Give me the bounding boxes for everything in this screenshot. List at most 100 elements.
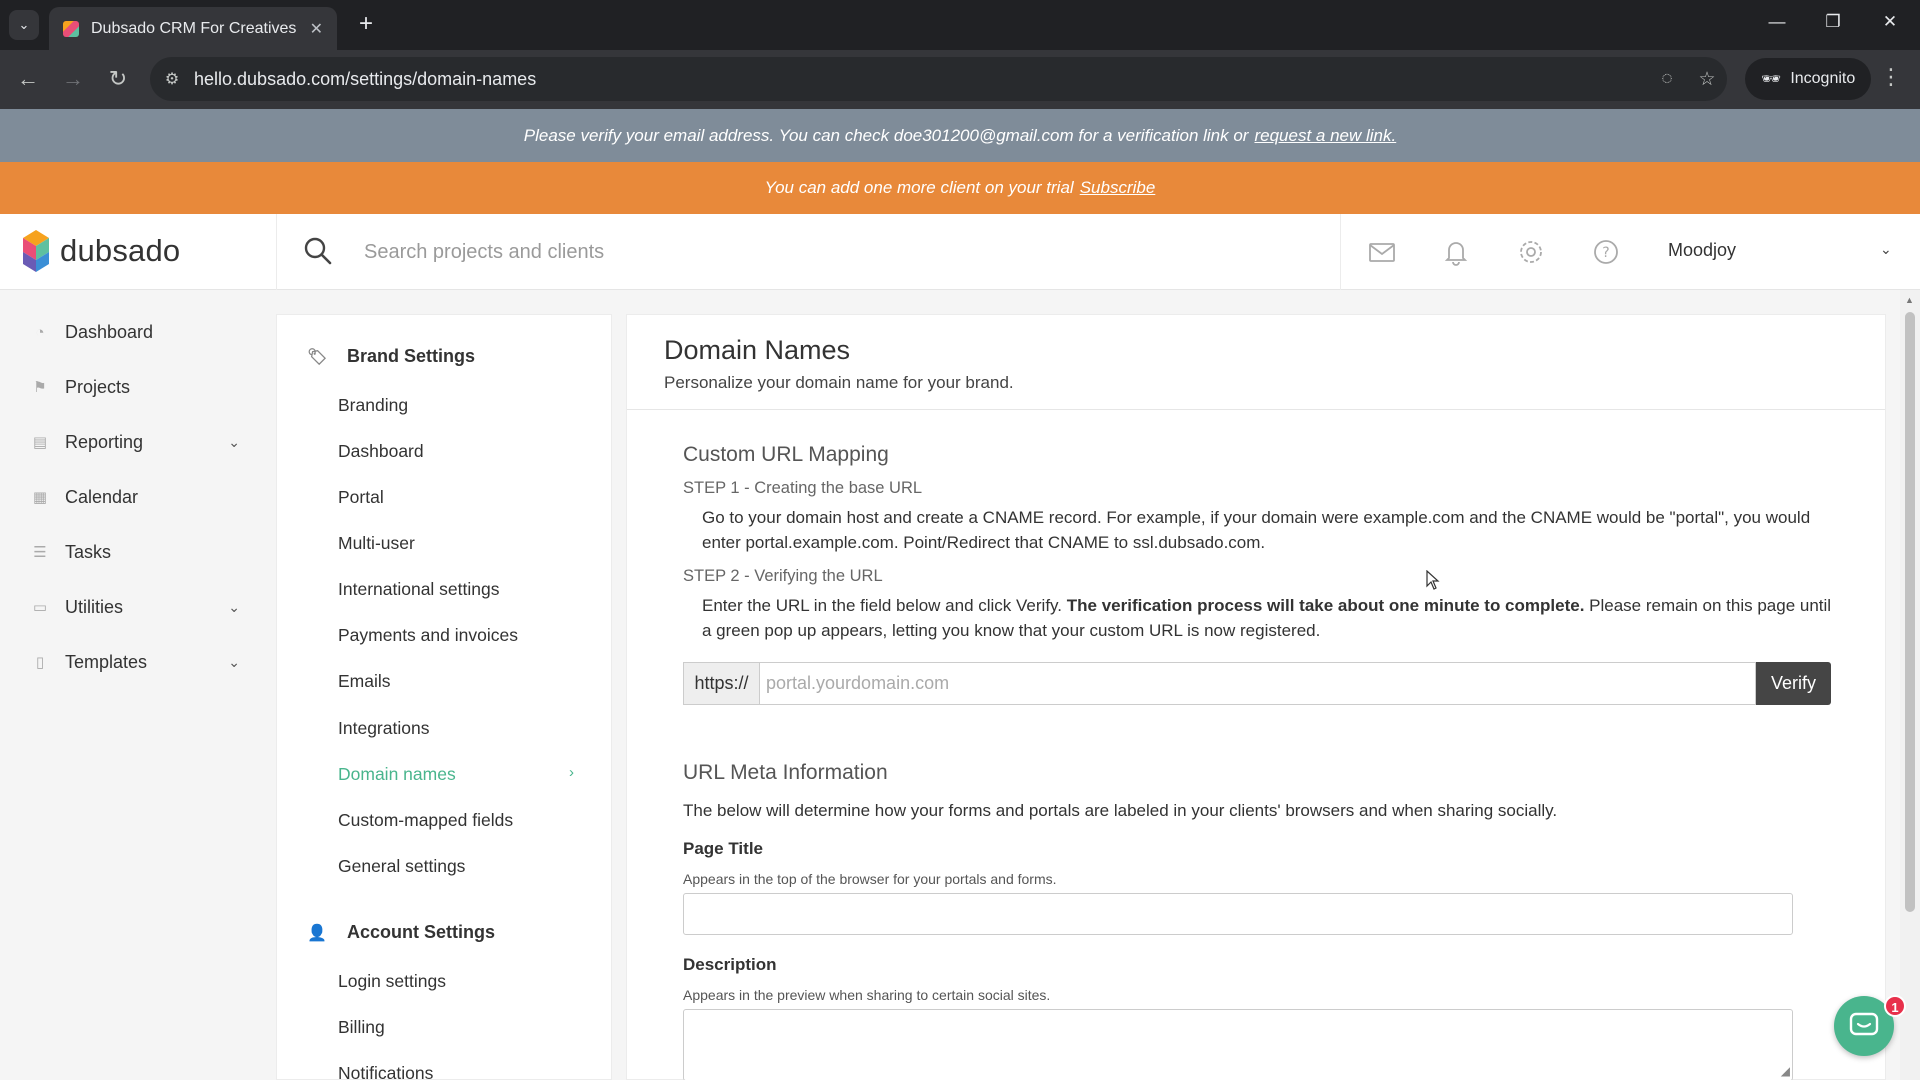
user-menu[interactable]: Moodjoy (1668, 240, 1736, 261)
forward-arrow-icon[interactable]: → (59, 65, 87, 93)
chevron-down-icon[interactable]: ⌄ (228, 599, 240, 616)
scrollbar-thumb[interactable] (1905, 312, 1915, 912)
subscribe-link[interactable]: Subscribe (1080, 178, 1156, 198)
user-menu-chevron-down-icon[interactable]: ⌄ (1880, 241, 1892, 258)
incognito-label: Incognito (1790, 70, 1856, 87)
description-help: Appears in the preview when sharing to c… (683, 987, 1051, 1003)
bell-icon[interactable] (1442, 238, 1470, 266)
account-settings-heading: 👤 Account Settings (307, 922, 495, 943)
help-icon[interactable]: ? (1592, 238, 1620, 266)
url-meta-heading: URL Meta Information (683, 761, 888, 784)
sidebar-item-label: Utilities (65, 596, 124, 617)
sidebar-item-label: Tasks (65, 541, 112, 562)
brand-settings-label: Brand Settings (347, 346, 476, 366)
settings-item-billing[interactable]: Billing (338, 1017, 385, 1038)
tab-close-icon[interactable]: ✕ (310, 19, 323, 39)
panel-header: Domain Names Personalize your domain nam… (627, 315, 1885, 410)
reload-icon[interactable]: ↻ (104, 65, 132, 93)
step1-text: Go to your domain host and create a CNAM… (702, 508, 1811, 552)
page-title-field[interactable] (683, 893, 1793, 935)
sidebar-item-label: Projects (65, 376, 131, 397)
settings-item-portal[interactable]: Portal (338, 487, 384, 508)
settings-item-general[interactable]: General settings (338, 856, 465, 877)
url-prefix: https:// (683, 662, 759, 705)
step2-label: STEP 2 - Verifying the URL (683, 567, 883, 585)
tab-search-chevron-down-icon[interactable]: ⌄ (9, 10, 39, 40)
verify-email-text: Please verify your email address. You ca… (523, 125, 1249, 145)
app-header: dubsado ? Moodjoy ⌄ (0, 214, 1920, 290)
url-text[interactable]: hello.dubsado.com/settings/domain-names (194, 69, 1647, 90)
bookmark-star-icon[interactable]: ☆ (1687, 68, 1727, 91)
step2-text-bold: The verification process will take about… (1066, 596, 1585, 615)
settings-item-login[interactable]: Login settings (338, 971, 446, 992)
header-divider (1340, 214, 1341, 290)
settings-item-integrations[interactable]: Integrations (338, 718, 429, 739)
settings-item-dashboard[interactable]: Dashboard (338, 441, 424, 462)
settings-item-international[interactable]: International settings (338, 579, 500, 600)
description-label: Description (683, 955, 777, 974)
incognito-indicator[interactable]: 🕶 Incognito (1745, 58, 1872, 100)
gear-icon[interactable] (1517, 238, 1545, 266)
settings-item-multi-user[interactable]: Multi-user (338, 533, 415, 554)
settings-item-payments[interactable]: Payments and invoices (338, 625, 518, 646)
browser-menu-icon[interactable]: ⋮ (1880, 64, 1902, 90)
description-textarea[interactable]: ◢ (683, 1009, 1793, 1080)
chevron-down-icon[interactable]: ⌄ (228, 654, 240, 671)
site-info-icon[interactable]: ⚙ (150, 69, 194, 89)
sidebar-item-dashboard[interactable]: ◔ Dashboard (30, 314, 250, 350)
dubsado-logo[interactable]: dubsado (23, 230, 180, 272)
scroll-up-arrow-icon[interactable]: ▲ (1905, 295, 1914, 305)
settings-item-domain-names[interactable]: Domain names (338, 764, 456, 785)
minimize-icon[interactable]: — (1762, 12, 1792, 32)
settings-item-notifications[interactable]: Notifications (338, 1063, 433, 1080)
dubsado-logo-mark-icon (23, 230, 50, 272)
search-icon[interactable] (303, 236, 335, 268)
sidebar-item-reporting[interactable]: ▤ Reporting ⌄ (30, 424, 250, 460)
url-meta-description: The below will determine how your forms … (683, 801, 1558, 820)
tab-title: Dubsado CRM For Creatives (91, 19, 297, 37)
dashboard-icon: ◔ (35, 323, 45, 341)
verify-email-banner: Please verify your email address. You ca… (0, 109, 1920, 162)
page-title-label: Page Title (683, 839, 763, 858)
restore-icon[interactable]: ❐ (1818, 12, 1848, 32)
utilities-icon: ▭ (32, 599, 48, 616)
sidebar-item-templates[interactable]: ▯ Templates ⌄ (30, 644, 250, 680)
sidebar-item-label: Templates (65, 651, 148, 672)
sidebar-item-label: Reporting (65, 431, 144, 452)
settings-item-branding[interactable]: Branding (338, 395, 408, 416)
settings-item-emails[interactable]: Emails (338, 671, 391, 692)
tracking-protection-eye-off-icon[interactable]: ◌ (1647, 68, 1687, 90)
main-sidebar: ◔ Dashboard ⚑ Projects ▤ Reporting ⌄ ▦ C… (0, 290, 276, 1080)
sidebar-item-calendar[interactable]: ▦ Calendar (30, 479, 250, 515)
window-close-icon[interactable]: ✕ (1875, 12, 1905, 32)
new-tab-plus-icon[interactable]: + (352, 11, 380, 39)
search-input[interactable] (364, 234, 1324, 270)
resize-handle-icon[interactable]: ◢ (1781, 1064, 1790, 1078)
settings-item-custom-mapped-fields[interactable]: Custom-mapped fields (338, 810, 513, 831)
custom-url-heading: Custom URL Mapping (683, 443, 889, 466)
custom-url-input-group: https:// Verify (683, 662, 1831, 705)
sidebar-item-utilities[interactable]: ▭ Utilities ⌄ (30, 589, 250, 625)
address-bar[interactable]: ⚙ hello.dubsado.com/settings/domain-name… (150, 57, 1727, 101)
tag-icon: 🏷 (307, 348, 328, 366)
mail-icon[interactable] (1368, 238, 1396, 266)
step2-text: Enter the URL in the field below and cli… (702, 593, 1832, 643)
chat-bubble-icon (1849, 1012, 1879, 1036)
chat-unread-badge: 1 (1884, 995, 1906, 1017)
calendar-icon: ▦ (32, 489, 48, 506)
custom-domain-input[interactable] (759, 662, 1756, 705)
sidebar-item-label: Calendar (65, 486, 139, 507)
sidebar-item-tasks[interactable]: ☰ Tasks (30, 534, 250, 570)
step2-text-a: Enter the URL in the field below and cli… (702, 596, 1063, 615)
chevron-down-icon[interactable]: ⌄ (228, 434, 240, 451)
back-arrow-icon[interactable]: ← (14, 65, 42, 93)
browser-tabstrip: ⌄ Dubsado CRM For Creatives ✕ + — ❐ ✕ (0, 0, 1920, 50)
request-new-link[interactable]: request a new link. (1254, 126, 1396, 146)
sidebar-item-projects[interactable]: ⚑ Projects (30, 369, 250, 405)
header-divider (276, 214, 277, 290)
page-scrollbar[interactable]: ▲ (1900, 290, 1920, 1080)
dubsado-favicon-icon (63, 20, 79, 37)
verify-button[interactable]: Verify (1756, 662, 1831, 705)
settings-nav: 🏷 Brand Settings Branding Dashboard Port… (276, 314, 612, 1080)
browser-tab[interactable]: Dubsado CRM For Creatives ✕ (49, 7, 337, 50)
